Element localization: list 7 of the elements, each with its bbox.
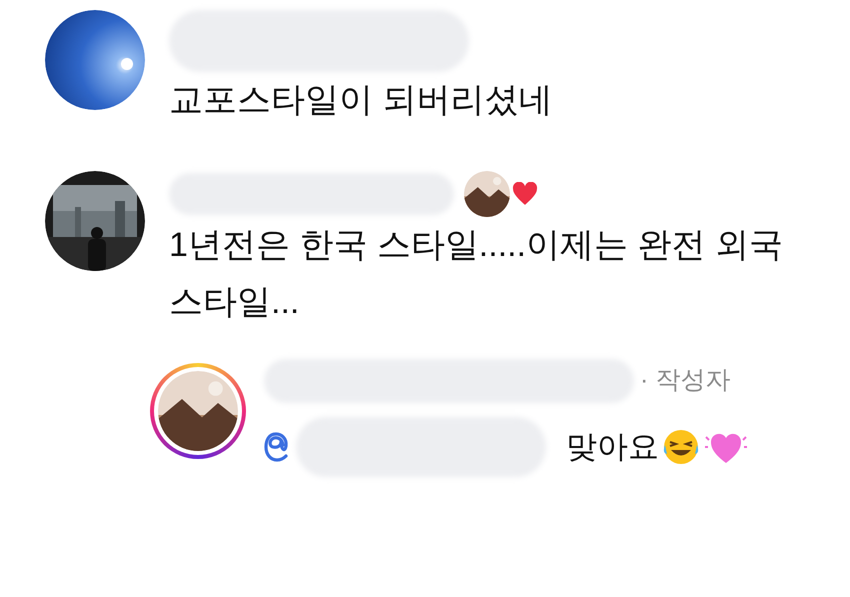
- reply-text: 맞아요: [566, 428, 659, 466]
- laughing-emoji-icon: [661, 427, 701, 467]
- comment-text: 1년전은 한국 스타일.....이제는 완전 외국 스타일...: [169, 225, 784, 323]
- threads-icon: [264, 432, 290, 462]
- heart-icon: [512, 182, 538, 206]
- author-label: · 작성자: [640, 365, 730, 396]
- comment-text: 교포스타일이 되버리셨네: [169, 80, 554, 121]
